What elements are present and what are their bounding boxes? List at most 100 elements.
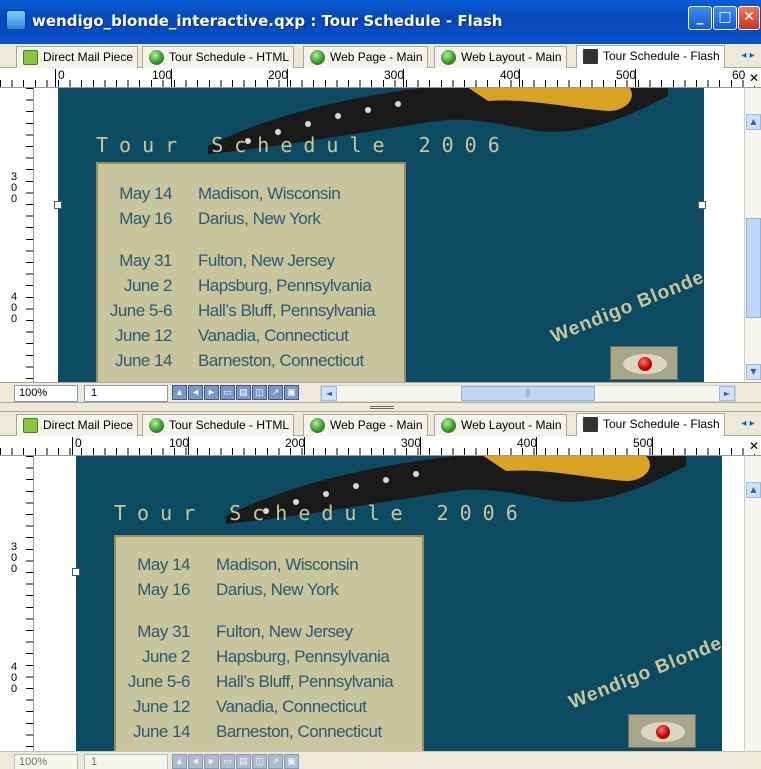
ruler-label: 200: [285, 436, 306, 450]
tab-web-layout-main[interactable]: Web Layout - Main: [434, 414, 567, 436]
tab-tour-schedule-html[interactable]: Tour Schedule - HTML: [142, 46, 295, 68]
globe-icon: [149, 418, 164, 433]
status-bar: 100% 1 ▲ ◄ ► ▭ ▤ ◫ ↗ ▣: [0, 751, 761, 769]
eye-button[interactable]: [610, 346, 678, 380]
vertical-scrollbar[interactable]: ▲: [744, 456, 761, 751]
layout-view-icon[interactable]: ▭: [220, 754, 235, 769]
preview-icon[interactable]: ↗: [268, 754, 283, 769]
ruler-label: 500: [616, 68, 637, 82]
schedule-city: Fulton, New Jersey: [198, 251, 335, 270]
flash-clapper-icon: [583, 49, 598, 64]
maximize-button[interactable]: □: [713, 6, 737, 30]
schedule-date: June 5-6: [109, 301, 173, 320]
page-title: Tour Schedule 2006: [114, 501, 529, 525]
preview-icon[interactable]: ↗: [268, 385, 283, 400]
eye-icon: [641, 722, 685, 742]
layout-canvas[interactable]: Tour Schedule 2006 May 14 Madison, Wiscon…: [34, 456, 744, 751]
scroll-thumb[interactable]: ⫼: [461, 386, 595, 401]
tab-tour-schedule-flash[interactable]: Tour Schedule - Flash: [576, 45, 725, 69]
tab-direct-mail-piece[interactable]: Direct Mail Piece: [16, 46, 139, 68]
ruler-label: 100: [169, 436, 190, 450]
schedule-city: Fulton, New Jersey: [216, 622, 353, 641]
tour-schedule-box[interactable]: May 14 Madison, Wisconsin May 16 Darius, N…: [114, 535, 424, 751]
tab-web-page-main[interactable]: Web Page - Main: [303, 414, 428, 436]
layout-view-icon[interactable]: ▭: [220, 385, 235, 400]
ruler-label: 0: [58, 68, 65, 82]
tab-direct-mail-piece[interactable]: Direct Mail Piece: [16, 414, 139, 436]
flash-page[interactable]: Tour Schedule 2006 May 14 Madison, Wiscon…: [58, 88, 704, 382]
tab-web-page-main[interactable]: Web Page - Main: [303, 46, 428, 68]
page-up-icon[interactable]: ▲: [172, 754, 187, 769]
schedule-row: June 14 Barneston, Connecticut: [98, 351, 404, 375]
next-page-icon[interactable]: ►: [204, 385, 219, 400]
schedule-date: May 31: [119, 251, 172, 270]
web-site-link-text[interactable]: Wendigo Blonde Web Site: [548, 231, 704, 348]
export-icon[interactable]: ▣: [284, 754, 299, 769]
document-icon: [23, 418, 38, 433]
document-icon: [23, 50, 38, 65]
schedule-city: Hapsburg, Pennsylvania: [198, 276, 372, 295]
ruler-label: 4 0 0: [10, 291, 18, 325]
scroll-left-icon[interactable]: ◄: [321, 386, 337, 401]
next-page-icon[interactable]: ►: [204, 754, 219, 769]
eye-button[interactable]: [628, 714, 696, 748]
schedule-date: May 31: [137, 622, 190, 641]
scroll-up-icon[interactable]: ▲: [746, 114, 761, 130]
ruler-label: 500: [633, 436, 654, 450]
tour-schedule-box[interactable]: May 14 Madison, Wisconsin May 16 Darius, N…: [96, 162, 406, 382]
tab-scroll-arrows[interactable]: ◂ ▸: [735, 47, 761, 65]
split-horizontal-icon[interactable]: ▤: [236, 385, 251, 400]
tab-scroll-arrows[interactable]: ◂ ▸: [735, 415, 761, 433]
close-ruler-icon[interactable]: ✕: [747, 438, 761, 454]
ruler-label: 100: [152, 68, 173, 82]
quarkxpress-app-icon: [6, 10, 26, 30]
split-vertical-icon[interactable]: ◫: [252, 385, 267, 400]
minimize-button[interactable]: _: [688, 6, 712, 30]
scroll-up-icon[interactable]: ▲: [746, 482, 761, 498]
title-bar[interactable]: wendigo_blonde_interactive.qxp : Tour Sc…: [0, 0, 761, 44]
zoom-field[interactable]: 100%: [14, 754, 78, 769]
view-toolbar: ▲ ◄ ► ▭ ▤ ◫ ↗ ▣: [172, 754, 300, 769]
schedule-row: June 5-6 Hall’s Bluff, Pennsylvania: [98, 301, 404, 325]
scroll-down-icon[interactable]: ▼: [746, 364, 761, 380]
pane-splitter[interactable]: [0, 402, 761, 412]
export-icon[interactable]: ▣: [284, 385, 299, 400]
flash-page[interactable]: Tour Schedule 2006 May 14 Madison, Wiscon…: [76, 456, 722, 751]
page-number-field[interactable]: 1: [84, 385, 168, 402]
close-window-button[interactable]: ✕: [738, 6, 760, 30]
web-site-link-text[interactable]: Wendigo Blonde Web Site: [566, 597, 722, 714]
split-vertical-icon[interactable]: ◫: [252, 754, 267, 769]
close-ruler-icon[interactable]: ✕: [747, 70, 761, 86]
selection-handle[interactable]: [54, 201, 62, 209]
prev-page-icon[interactable]: ◄: [188, 385, 203, 400]
schedule-city: Darius, New York: [216, 580, 339, 599]
scroll-right-icon[interactable]: ►: [719, 386, 735, 401]
globe-icon: [441, 418, 456, 433]
eye-icon: [623, 354, 667, 374]
schedule-date: May 16: [119, 209, 172, 228]
schedule-row: May 31 Fulton, New Jersey: [98, 251, 404, 275]
tab-web-layout-main[interactable]: Web Layout - Main: [434, 46, 567, 68]
page-up-icon[interactable]: ▲: [172, 385, 187, 400]
layout-canvas[interactable]: Tour Schedule 2006 May 14 Madison, Wiscon…: [34, 88, 744, 382]
schedule-date: June 14: [133, 722, 191, 741]
prev-page-icon[interactable]: ◄: [188, 754, 203, 769]
schedule-city: Barneston, Connecticut: [198, 351, 364, 370]
vertical-ruler: 3 0 0 4 0 0: [0, 88, 34, 382]
layout-tab-bar: Direct Mail Piece Tour Schedule - HTML W…: [0, 412, 761, 437]
ruler-label: 400: [500, 68, 521, 82]
horizontal-scrollbar[interactable]: ◄ ⫼ ►: [320, 385, 736, 402]
zoom-field[interactable]: 100%: [14, 385, 78, 402]
schedule-row: June 12 Vanadia, Connecticut: [116, 697, 422, 721]
split-horizontal-icon[interactable]: ▤: [236, 754, 251, 769]
globe-icon: [441, 50, 456, 65]
schedule-city: Darius, New York: [198, 209, 321, 228]
selection-handle[interactable]: [72, 568, 80, 576]
selection-handle[interactable]: [698, 201, 706, 209]
schedule-date: June 12: [133, 697, 191, 716]
tab-tour-schedule-html[interactable]: Tour Schedule - HTML: [142, 414, 295, 436]
scroll-thumb[interactable]: [746, 218, 761, 318]
vertical-scrollbar[interactable]: ▲ ▼: [744, 88, 761, 382]
page-number-field[interactable]: 1: [84, 754, 168, 769]
tab-tour-schedule-flash[interactable]: Tour Schedule - Flash: [576, 413, 725, 437]
